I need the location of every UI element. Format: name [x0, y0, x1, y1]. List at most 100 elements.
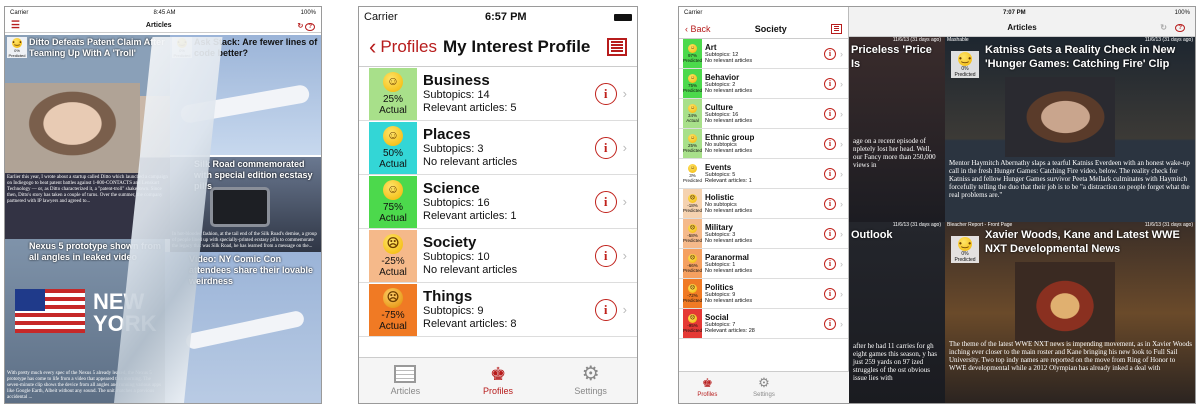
list-menu-icon[interactable]: [831, 23, 842, 34]
refresh-icon[interactable]: ↻: [1160, 23, 1167, 32]
back-button[interactable]: ‹ Back: [685, 24, 711, 34]
topic-name: Ethnic group: [705, 133, 755, 142]
topic-row[interactable]: ☹ -58% Predicted Military Subtopics: 3 No rel…: [679, 219, 848, 249]
info-icon[interactable]: i: [594, 82, 617, 105]
clock-label: 7:07 PM: [1002, 10, 1026, 16]
score-label: Predicted: [683, 328, 703, 333]
info-icon[interactable]: i: [824, 77, 836, 90]
info-icon[interactable]: i: [594, 298, 617, 321]
relevant-articles: No relevant articles: [423, 264, 518, 276]
frown-icon: ☹: [383, 233, 403, 254]
chevron-right-icon: ›: [622, 194, 627, 209]
article-headline: Priceless 'Price Is: [851, 44, 932, 70]
relevant-articles: Relevant articles: 5: [423, 102, 517, 114]
gear-icon: ⚙: [758, 375, 770, 390]
profile-name: Things: [423, 288, 473, 305]
status-bar: Carrier 8:45 AM 100%: [5, 7, 321, 19]
tab-label: Settings: [753, 392, 775, 398]
topic-row[interactable]: ☹ -18% Predicted Holistic No subtopics No rel…: [679, 189, 848, 219]
smiley-icon: •‿•: [12, 38, 22, 48]
article-tile[interactable]: Bleacher Report - Front Page 11/6/13 (31…: [945, 222, 1195, 403]
info-icon[interactable]: i: [824, 227, 836, 240]
smiley-icon: •‿•: [958, 237, 972, 251]
nav-bar: Articles ? ↻: [849, 19, 1195, 37]
info-icon[interactable]: i: [824, 137, 836, 150]
tab-settings[interactable]: ⚙ Settings: [736, 372, 793, 403]
relevant-articles: No relevant articles: [705, 88, 753, 94]
list-menu-icon[interactable]: [607, 37, 627, 56]
menu-icon[interactable]: ☰: [11, 20, 20, 31]
articles-screen: Carrier 8:45 AM 100% ☰ Articles ↻ ? •‿• …: [4, 6, 322, 404]
topic-row[interactable]: ☺ 34% Actual Culture Subtopics: 16 No relevan…: [679, 99, 848, 129]
info-icon[interactable]: i: [824, 317, 836, 330]
frown-icon: ☹: [688, 314, 697, 323]
info-icon[interactable]: i: [594, 244, 617, 267]
topic-row[interactable]: ☺ 75% Predicted Behavior Subtopics: 2 No rele…: [679, 69, 848, 99]
tab-bar: ♚ Profiles ⚙ Settings: [679, 371, 849, 403]
back-label: Back: [690, 23, 711, 34]
nav-bar: ‹ Profiles My Interest Profile: [359, 27, 637, 67]
topic-row[interactable]: ☹ -66% Predicted Paranormal Subtopics: 1 No r…: [679, 249, 848, 279]
profile-row[interactable]: ☺ 75% Actual Science Subtopics: 16 Relev…: [359, 175, 637, 229]
score-label: Predicted: [683, 238, 703, 243]
article-headline: Silk Road commemorated with special edit…: [194, 159, 313, 191]
tab-profiles[interactable]: ♚ Profiles: [452, 358, 545, 403]
info-icon[interactable]: i: [824, 287, 836, 300]
info-icon[interactable]: i: [824, 107, 836, 120]
prediction-badge: •‿• 0% Predicted: [951, 236, 979, 263]
article-headline: Katniss Gets a Reality Check in New 'Hun…: [985, 44, 1176, 70]
profile-row[interactable]: ☹ -75% Actual Things Subtopics: 9 Releva…: [359, 283, 637, 337]
profile-row[interactable]: ☺ 25% Actual Business Subtopics: 14 Rele…: [359, 67, 637, 121]
smartwatch-image: [210, 187, 270, 227]
relevant-articles: No relevant articles: [705, 238, 753, 244]
score-label: Predicted: [683, 148, 703, 153]
chevron-right-icon: ›: [840, 168, 843, 179]
info-icon[interactable]: i: [824, 257, 836, 270]
score-percent: 75%: [382, 201, 403, 213]
tab-label: Articles: [390, 386, 421, 396]
info-icon[interactable]: i: [594, 136, 617, 159]
tab-bar: Articles ♚ Profiles ⚙ Settings: [359, 357, 637, 403]
score-box: ☹ -66% Predicted: [683, 249, 702, 278]
score-label: Actual: [379, 320, 407, 332]
score-percent: 50%: [382, 147, 403, 159]
score-label: Actual: [379, 266, 407, 278]
tab-articles[interactable]: Articles: [359, 358, 452, 403]
help-icon[interactable]: ?: [305, 22, 315, 31]
topic-row[interactable]: ☺ 3% Predicted Events Subtopics: 5 Relevant a…: [679, 159, 848, 189]
topic-row[interactable]: ☹ -72% Predicted Politics Subtopics: 9 No rel…: [679, 279, 848, 309]
relevant-articles: Relevant articles: 28: [705, 328, 755, 334]
article-tile[interactable]: 11/6/13 (31 days ago) Outlook after he h…: [849, 222, 945, 403]
carrier-label: Carrier: [684, 10, 703, 16]
wrestler-image: [1015, 262, 1115, 342]
info-icon[interactable]: i: [594, 190, 617, 213]
topic-name: Politics: [705, 283, 734, 292]
battery-label: 100%: [1174, 10, 1190, 16]
profile-row[interactable]: ☹ -25% Actual Society Subtopics: 10 No r…: [359, 229, 637, 283]
clock-label: 8:45 AM: [153, 10, 176, 16]
tab-profiles[interactable]: ♚ Profiles: [679, 372, 736, 403]
profile-row[interactable]: ☺ 50% Actual Places Subtopics: 3 No rele…: [359, 121, 637, 175]
article-tile[interactable]: 11/6/13 (31 days ago) Priceless 'Price I…: [849, 37, 945, 222]
angry-icon: ☹: [383, 287, 403, 308]
article-tile[interactable]: Mashable 11/6/13 (31 days ago) •‿• 0% Pr…: [945, 37, 1195, 222]
info-icon[interactable]: i: [824, 197, 836, 210]
info-icon[interactable]: i: [824, 167, 836, 180]
help-icon[interactable]: ?: [1175, 23, 1185, 32]
carrier-label: Carrier: [10, 10, 29, 16]
topic-row[interactable]: ☺ 25% Predicted Ethnic group No subtopics No …: [679, 129, 848, 159]
topic-row[interactable]: ☹ -95% Predicted Social Subtopics: 7 Relevant…: [679, 309, 848, 339]
score-box: ☹ -72% Predicted: [683, 279, 702, 308]
flag-canton: [15, 289, 45, 311]
relevant-articles: No relevant articles: [705, 298, 753, 304]
hierarchy-icon: ♚: [701, 376, 713, 390]
refresh-icon[interactable]: ↻: [298, 23, 304, 30]
back-button[interactable]: ‹ Profiles: [369, 35, 437, 57]
subtopics-count: Subtopics: 16: [423, 197, 490, 209]
topic-row[interactable]: ☺ 97% Predicted Art Subtopics: 12 No relevant…: [679, 39, 848, 69]
movie-still-image: [1005, 77, 1115, 157]
article-headline: Ditto Defeats Patent Claim After Teaming…: [29, 37, 165, 58]
subtopics-count: Subtopics: 9: [423, 305, 484, 317]
tab-settings[interactable]: ⚙ Settings: [544, 358, 637, 403]
info-icon[interactable]: i: [824, 47, 836, 60]
